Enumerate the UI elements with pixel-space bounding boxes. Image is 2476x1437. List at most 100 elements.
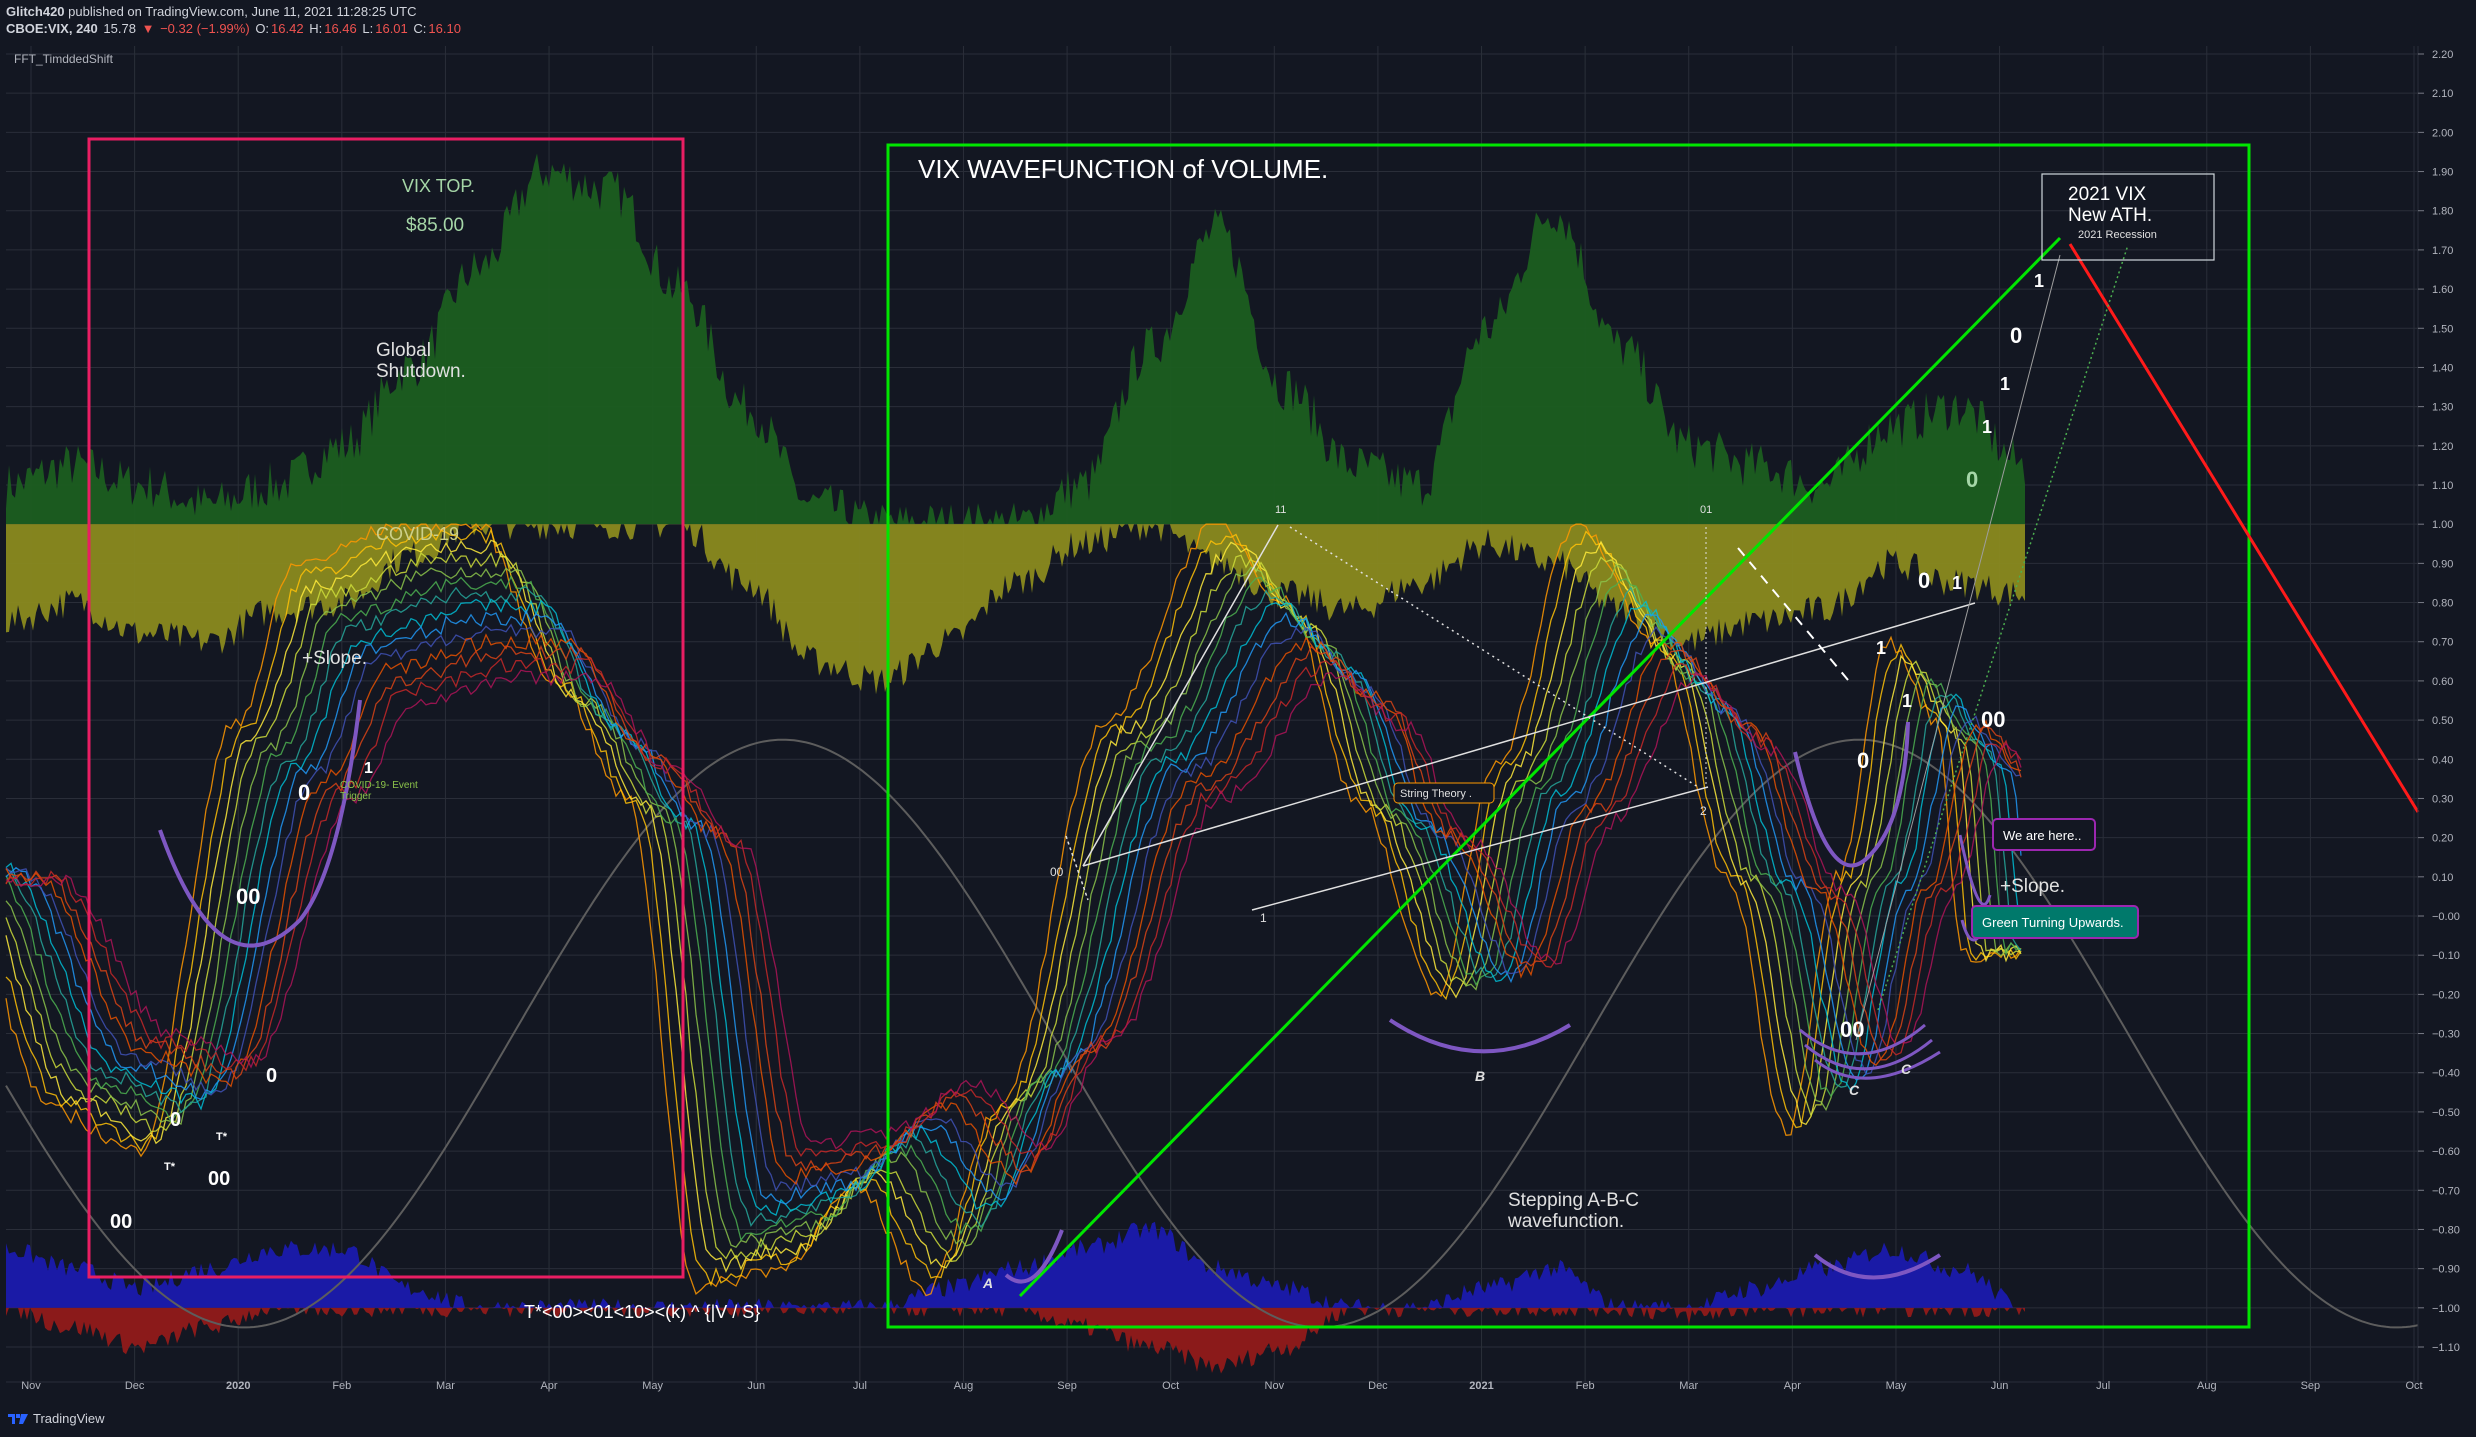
x-tick-label: Jul <box>2096 1380 2110 1392</box>
y-tick-label: 0.40 <box>2432 754 2453 766</box>
green-volume-area <box>6 153 2025 525</box>
y-tick-label: 0.80 <box>2432 598 2453 610</box>
brand-label: TradingView <box>33 1411 105 1426</box>
label-1-mid: 1 <box>1260 911 1267 925</box>
x-tick-label: Oct <box>2405 1380 2422 1392</box>
count-label: T* <box>216 1131 228 1143</box>
y-tick-label: 1.00 <box>2432 519 2453 531</box>
label-c2: C <box>1901 1061 1912 1077</box>
x-tick-label: May <box>642 1380 663 1392</box>
x-tick-label: Jul <box>853 1380 867 1392</box>
y-tick-label: 1.80 <box>2432 206 2453 218</box>
label-2: 2 <box>1700 804 1707 818</box>
y-tick-label: 0.20 <box>2432 833 2453 845</box>
ladder-count-label: 0 <box>1966 467 1978 492</box>
y-tick-label: −1.00 <box>2432 1303 2460 1315</box>
x-tick-label: Sep <box>1057 1380 1077 1392</box>
count-label: T* <box>164 1161 176 1173</box>
x-tick-label: Apr <box>1784 1380 1801 1392</box>
x-tick-label: Sep <box>2301 1380 2321 1392</box>
vix-top-label: VIX TOP. <box>402 176 475 196</box>
ladder-count-label: 1 <box>1876 638 1886 658</box>
label-00-left: 00 <box>1050 865 1064 879</box>
y-tick-label: 0.70 <box>2432 637 2453 649</box>
count-label: 0 <box>266 1065 277 1087</box>
ladder-count-label: 0 <box>1918 568 1930 593</box>
y-tick-label: −0.10 <box>2432 950 2460 962</box>
x-tick-label: Nov <box>1265 1380 1285 1392</box>
ladder-count-label: 00 <box>1981 707 2005 732</box>
x-tick-label: Apr <box>540 1380 557 1392</box>
ladder-count-label: 0 <box>1857 748 1869 773</box>
slope-label-2: +Slope. <box>2000 876 2065 897</box>
x-tick-label: Aug <box>2197 1380 2217 1392</box>
y-tick-label: 2.00 <box>2432 127 2453 139</box>
y-tick-label: 0.50 <box>2432 715 2453 727</box>
y-tick-label: −0.40 <box>2432 1068 2460 1080</box>
chart-canvas[interactable]: VIX TOP.$85.00Global Shutdown.COVID-19+Sl… <box>0 0 2476 1437</box>
count-label: 0 <box>170 1109 181 1131</box>
y-tick-label: 1.20 <box>2432 441 2453 453</box>
y-tick-label: 1.40 <box>2432 362 2453 374</box>
y-tick-label: 1.60 <box>2432 284 2453 296</box>
y-tick-label: −0.80 <box>2432 1224 2460 1236</box>
x-tick-label: Feb <box>332 1380 351 1392</box>
ladder-count-label: 1 <box>2034 271 2044 291</box>
red-volume-area <box>6 1307 2025 1374</box>
y-tick-label: −1.10 <box>2432 1342 2460 1354</box>
wavefunction-title: VIX WAVEFUNCTION of VOLUME. <box>918 154 1328 184</box>
count-label: 00 <box>208 1168 230 1190</box>
x-tick-label: Dec <box>125 1380 145 1392</box>
label-c1: C <box>1849 1082 1860 1098</box>
y-tick-label: 1.50 <box>2432 323 2453 335</box>
x-tick-label: Mar <box>436 1380 455 1392</box>
chart-footer: TradingView <box>0 1401 2476 1437</box>
x-tick-label: Oct <box>1162 1380 1179 1392</box>
ath-line-2: New ATH. <box>2068 205 2152 226</box>
y-tick-label: 1.10 <box>2432 480 2453 492</box>
y-tick-label: 0.10 <box>2432 872 2453 884</box>
annotation-labels: VIX TOP.$85.00Global Shutdown.COVID-19+Sl… <box>110 154 2215 1322</box>
channel-line-upper <box>1082 602 1976 867</box>
y-tick-label: −0.60 <box>2432 1146 2460 1158</box>
small-dashed <box>1065 835 1089 901</box>
y-tick-label: −0.00 <box>2432 911 2460 923</box>
y-tick-label: −0.50 <box>2432 1107 2460 1119</box>
x-tick-label: 2020 <box>226 1380 250 1392</box>
blue-volume-area <box>6 1221 2025 1308</box>
x-tick-label: Aug <box>954 1380 974 1392</box>
label-b: B <box>1475 1068 1485 1084</box>
count-label: 00 <box>236 884 260 909</box>
x-axis: Nov Dec 2020 Feb Mar Apr May Jun Jul Aug Sep Oct Nov… <box>6 1380 2423 1392</box>
formula-label: T*<00><01<10><(k) ^ {|V / S} <box>524 1302 760 1322</box>
y-tick-label: −0.90 <box>2432 1264 2460 1276</box>
y-tick-label: −0.70 <box>2432 1185 2460 1197</box>
ath-line-3: 2021 Recession <box>2078 229 2157 241</box>
green-turning-label: Green Turning Upwards. <box>1982 915 2124 930</box>
x-tick-label: Mar <box>1679 1380 1698 1392</box>
channel-line-lower <box>1251 786 1709 911</box>
count-label: 0 <box>298 780 310 805</box>
x-tick-label: Dec <box>1368 1380 1388 1392</box>
ladder-count-label: 1 <box>1902 691 1912 711</box>
y-tick-label: 0.90 <box>2432 558 2453 570</box>
y-tick-label: 1.70 <box>2432 245 2453 257</box>
string-theory-label: String Theory . <box>1400 788 1472 800</box>
we-are-here-label: We are here.. <box>2003 828 2082 843</box>
label-11: 11 <box>1275 504 1286 516</box>
indicator-name: FFT_TimddedShift <box>14 52 114 66</box>
x-tick-label: Jun <box>747 1380 765 1392</box>
label-a: A <box>982 1275 993 1291</box>
ladder-count-label: 1 <box>2000 374 2010 394</box>
ladder-count-label: 1 <box>1952 573 1962 593</box>
y-tick-label: −0.30 <box>2432 1029 2460 1041</box>
x-tick-label: Nov <box>21 1380 41 1392</box>
y-tick-label: 2.20 <box>2432 49 2453 61</box>
tradingview-logo[interactable]: TradingView <box>8 1411 105 1426</box>
y-axis: 2.20 2.10 2.00 1.90 1.80 1.70 1.60 1.50 1.40 1.30… <box>2417 46 2460 1382</box>
slope-label-1: +Slope. <box>302 648 367 669</box>
y-tick-label: 0.30 <box>2432 793 2453 805</box>
count-label: 1 <box>364 760 373 777</box>
y-tick-label: −0.20 <box>2432 989 2460 1001</box>
x-tick-label: Feb <box>1576 1380 1595 1392</box>
